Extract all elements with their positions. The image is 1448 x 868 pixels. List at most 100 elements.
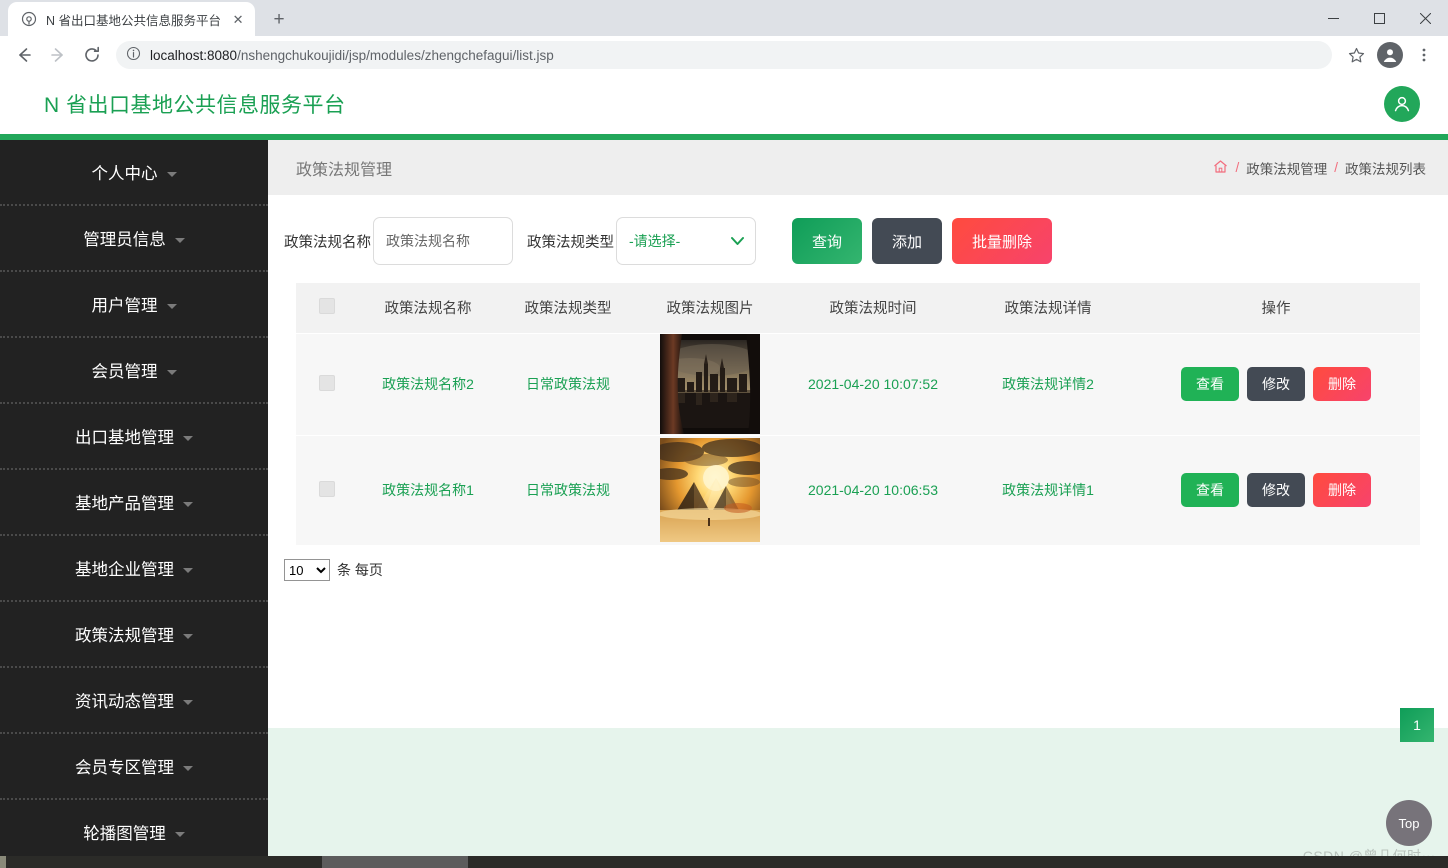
sidebar-item-base-product-management[interactable]: 基地产品管理 [0, 470, 268, 536]
select-all-checkbox[interactable] [319, 297, 335, 314]
sidebar-item-news-management[interactable]: 资讯动态管理 [0, 668, 268, 734]
cell-image [638, 434, 782, 545]
edit-button[interactable]: 修改 [1247, 367, 1305, 401]
header-image: 政策法规图片 [638, 283, 782, 333]
site-info-icon[interactable] [126, 46, 141, 64]
sidebar-item-user-management[interactable]: 用户管理 [0, 272, 268, 338]
header-time: 政策法规时间 [782, 283, 964, 333]
sidebar-item-admin-info[interactable]: 管理员信息 [0, 206, 268, 272]
row-operations: 查看 修改 删除 [1132, 473, 1420, 508]
user-avatar-button[interactable] [1384, 86, 1420, 122]
sidebar-item-label: 基地企业管理 [75, 561, 174, 579]
url-host: localhost:8080 [150, 47, 238, 63]
sidebar-item-label: 个人中心 [91, 165, 158, 183]
sidebar-item-label: 管理员信息 [83, 231, 166, 249]
sidebar-item-policy-regulation-management[interactable]: 政策法规管理 [0, 602, 268, 668]
maximize-button[interactable] [1356, 0, 1402, 36]
back-icon[interactable] [8, 39, 40, 71]
table-header-row: 政策法规名称 政策法规类型 政策法规图片 政策法规时间 政策法规详情 操作 [296, 283, 1420, 333]
reload-icon[interactable] [76, 39, 108, 71]
sidebar-item-label: 用户管理 [91, 297, 158, 315]
header-operations: 操作 [1132, 283, 1420, 333]
policy-thumbnail-image[interactable] [660, 438, 760, 543]
edit-button[interactable]: 修改 [1247, 473, 1305, 508]
sidebar-item-label: 会员管理 [91, 363, 158, 381]
chevron-down-icon [183, 634, 193, 639]
delete-button[interactable]: 删除 [1313, 473, 1371, 508]
tab-strip: N 省出口基地公共信息服务平台 ✕ + [0, 0, 1448, 36]
type-select[interactable]: -请选择- [616, 217, 756, 265]
cell-name[interactable]: 政策法规名称2 [358, 332, 498, 435]
type-select-wrapper: -请选择- [616, 217, 756, 265]
forward-icon[interactable] [42, 39, 74, 71]
profile-avatar-icon[interactable] [1374, 39, 1406, 71]
address-bar[interactable]: localhost:8080/nshengchukoujidi/jsp/modu… [116, 41, 1332, 69]
chrome-menu-icon[interactable] [1408, 39, 1440, 71]
table-wrapper: 政策法规名称 政策法规类型 政策法规图片 政策法规时间 政策法规详情 操作 政策… [268, 283, 1448, 545]
sidebar-item-member-management[interactable]: 会员管理 [0, 338, 268, 404]
per-page-label: 条 每页 [337, 562, 383, 578]
row-checkbox[interactable] [319, 480, 335, 497]
query-button[interactable]: 查询 [792, 218, 863, 264]
chevron-down-icon [183, 766, 193, 771]
view-button[interactable]: 查看 [1181, 367, 1239, 401]
table-head: 政策法规名称 政策法规类型 政策法规图片 政策法规时间 政策法规详情 操作 [296, 283, 1420, 333]
new-tab-button[interactable]: + [265, 5, 293, 33]
chevron-down-icon [183, 700, 193, 705]
cell-type: 日常政策法规 [498, 434, 638, 545]
chevron-down-icon [174, 238, 185, 243]
breadcrumb-item-policy[interactable]: 政策法规管理 [1246, 158, 1327, 178]
app-header: N 省出口基地公共信息服务平台 [0, 74, 1448, 134]
browser-tab[interactable]: N 省出口基地公共信息服务平台 ✕ [8, 2, 256, 36]
breadcrumb-separator: / [1235, 160, 1240, 175]
row-checkbox-cell [296, 434, 358, 545]
sidebar-item-personal-center[interactable]: 个人中心 [0, 140, 268, 206]
table-row: 政策法规名称2 日常政策法规 2021-04-20 10:07:52 政策法规详… [296, 332, 1420, 435]
content-area: 政策法规管理 / 政策法规管理 / 政策法规列表 政策法规名称 政策法规名称 政… [268, 140, 1448, 868]
pagination-controls: 10 条 每页 [268, 545, 1448, 581]
minimize-button[interactable] [1310, 0, 1356, 36]
sidebar-item-label: 出口基地管理 [75, 429, 174, 447]
cell-time: 2021-04-20 10:06:53 [782, 434, 964, 545]
table-row: 政策法规名称1 日常政策法规 2021-04-20 10:06:53 政策法规详… [296, 434, 1420, 545]
cell-time: 2021-04-20 10:07:52 [782, 332, 964, 435]
add-button[interactable]: 添加 [872, 218, 943, 264]
taskbar-edge [0, 856, 6, 868]
policy-thumbnail-image[interactable] [660, 334, 760, 434]
tab-close-icon[interactable]: ✕ [230, 11, 246, 27]
type-filter-label: 政策法规类型 [527, 234, 614, 251]
view-button[interactable]: 查看 [1181, 473, 1239, 508]
sidebar-item-export-base-management[interactable]: 出口基地管理 [0, 404, 268, 470]
cell-name[interactable]: 政策法规名称1 [358, 434, 498, 545]
cell-detail[interactable]: 政策法规详情1 [964, 434, 1132, 545]
filter-toolbar: 政策法规名称 政策法规类型 -请选择- 查询 [268, 195, 1448, 283]
page-number-button[interactable]: 1 [1400, 708, 1434, 742]
row-checkbox-cell [296, 332, 358, 435]
name-search-input[interactable] [373, 217, 513, 265]
sidebar-item-label: 轮播图管理 [83, 825, 166, 843]
sidebar-item-member-zone-management[interactable]: 会员专区管理 [0, 734, 268, 800]
close-window-button[interactable] [1402, 0, 1448, 36]
breadcrumb-separator: / [1334, 160, 1338, 175]
os-taskbar [0, 856, 1448, 868]
sidebar-item-base-enterprise-management[interactable]: 基地企业管理 [0, 536, 268, 602]
bulk-delete-button[interactable]: 批量删除 [952, 218, 1053, 264]
page-size-select[interactable]: 10 [284, 559, 330, 581]
url-path: /nshengchukoujidi/jsp/modules/zhengchefa… [237, 47, 554, 63]
header-detail: 政策法规详情 [964, 283, 1132, 333]
header-name: 政策法规名称 [358, 283, 498, 333]
chevron-down-icon [183, 502, 193, 507]
sidebar-item-label: 基地产品管理 [75, 495, 174, 513]
home-icon[interactable] [1213, 159, 1228, 177]
breadcrumb-bar: 政策法规管理 / 政策法规管理 / 政策法规列表 [268, 140, 1448, 195]
sidebar-item-label: 资讯动态管理 [75, 693, 174, 711]
bookmark-star-icon[interactable] [1340, 39, 1372, 71]
scroll-to-top-button[interactable]: Top [1386, 800, 1432, 846]
delete-button[interactable]: 删除 [1313, 367, 1371, 401]
cell-image [638, 332, 782, 435]
cell-detail[interactable]: 政策法规详情2 [964, 332, 1132, 435]
body-wrapper: 个人中心 管理员信息 用户管理 会员管理 出口基地管理 基地产品管理 基地企业管… [0, 140, 1448, 868]
row-checkbox[interactable] [319, 374, 335, 391]
header-type: 政策法规类型 [498, 283, 638, 333]
taskbar-active-window[interactable] [322, 856, 468, 868]
